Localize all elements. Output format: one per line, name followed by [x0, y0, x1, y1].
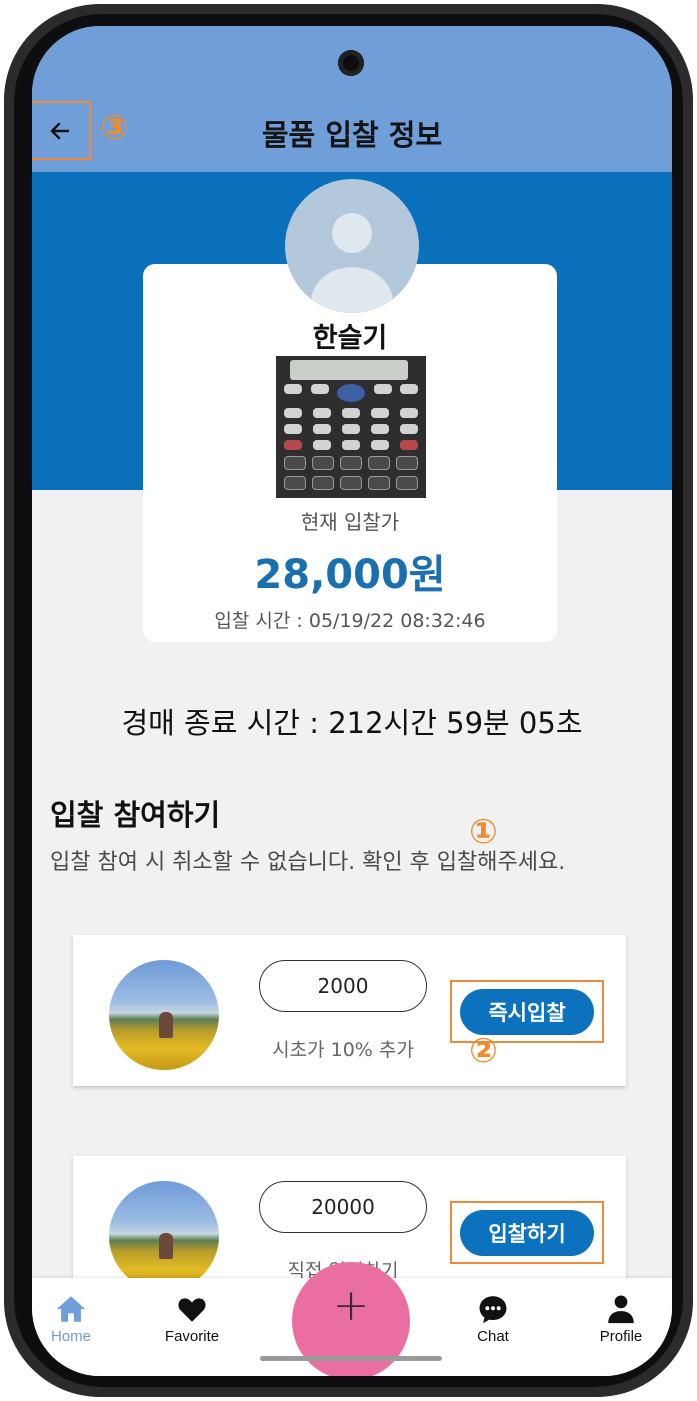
bid-time: 입찰 시간 : 05/19/22 08:32:46 — [214, 610, 486, 632]
plus-icon: + — [332, 1280, 370, 1331]
avatar-body — [311, 267, 393, 313]
person-icon — [608, 1295, 634, 1324]
bidder-avatar — [109, 960, 219, 1070]
front-camera — [338, 50, 364, 76]
product-image[interactable] — [276, 356, 426, 498]
nav-favorite-label: Favorite — [164, 1328, 220, 1345]
participate-description: 입찰 참여 시 취소할 수 없습니다. 확인 후 입찰해주세요. — [50, 850, 566, 875]
instant-bid-button[interactable]: 즉시입찰 — [460, 988, 594, 1035]
page-title: 물품 입찰 정보 — [261, 118, 443, 152]
manual-bid-highlight: 입찰하기 — [450, 1201, 604, 1264]
nav-home-label: Home — [50, 1328, 91, 1345]
manual-bid-input[interactable]: 20000 — [259, 1181, 427, 1233]
bidder-avatar — [109, 1181, 219, 1291]
annotation-marker-1: ① — [469, 812, 498, 852]
app-screen: ③ 물품 입찰 정보 한슬기 현재 입찰가 28,000원 입찰 시간 : 05… — [32, 26, 672, 1376]
current-bid-label: 현재 입찰가 — [300, 510, 400, 534]
nav-home[interactable]: Home — [32, 1292, 116, 1345]
instant-bid-amount[interactable]: 2000 — [259, 960, 427, 1012]
current-bid-price: 28,000원 — [254, 552, 446, 598]
avatar-head — [332, 213, 372, 253]
heart-icon — [178, 1298, 206, 1322]
calculator-keys — [284, 384, 418, 496]
home-icon — [56, 1296, 86, 1322]
instant-bid-note: 시초가 10% 추가 — [272, 1039, 414, 1061]
nav-profile-label: Profile — [599, 1328, 643, 1345]
auction-end-time: 경매 종료 시간 : 212시간 59분 05초 — [121, 706, 583, 740]
nav-favorite[interactable]: Favorite — [147, 1292, 237, 1345]
seller-name: 한슬기 — [312, 323, 388, 354]
calculator-display — [290, 360, 408, 380]
participate-title: 입찰 참여하기 — [50, 798, 221, 832]
bid-option-instant: 2000 시초가 10% 추가 즉시입찰 — [73, 935, 626, 1086]
nav-chat[interactable]: Chat — [448, 1292, 538, 1345]
nav-profile[interactable]: Profile — [576, 1292, 666, 1345]
nav-chat-label: Chat — [477, 1328, 509, 1345]
chat-bubble-icon — [479, 1296, 507, 1324]
annotation-marker-2: ② — [469, 1031, 498, 1071]
home-indicator[interactable] — [260, 1356, 442, 1361]
app-bar: ③ 물품 입찰 정보 — [32, 26, 672, 172]
place-bid-button[interactable]: 입찰하기 — [460, 1209, 594, 1256]
seller-avatar[interactable] — [285, 179, 419, 313]
product-card: 한슬기 현재 입찰가 28,000원 입찰 시간 : 05/19/22 08:3… — [143, 264, 557, 642]
